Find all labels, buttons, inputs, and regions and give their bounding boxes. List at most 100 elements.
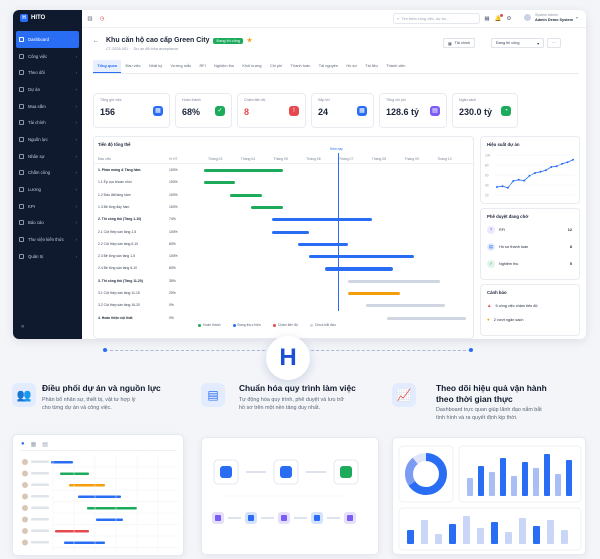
performance-point [506, 186, 509, 189]
performance-point [566, 161, 569, 164]
bell-icon[interactable]: 🔔 [494, 14, 503, 23]
sidebar-item-6[interactable]: Nguồn lực › [13, 131, 82, 148]
sidebar-item-8[interactable]: Chấm công › [13, 165, 82, 182]
gantt-bar[interactable] [324, 267, 393, 271]
tab-11[interactable]: Tài liệu [361, 60, 382, 73]
sidebar-item-0[interactable]: Dashboard › [16, 31, 79, 48]
mini-bar [522, 462, 528, 496]
tab-4[interactable]: RFI [195, 60, 210, 73]
legend-item: Hoàn thành [198, 323, 221, 327]
tab-0[interactable]: Tổng quan [93, 60, 122, 73]
gantt-bar[interactable] [387, 316, 466, 320]
sidebar-item-7[interactable]: Nhân sự › [13, 148, 82, 165]
gantt-row[interactable]: 2.2 Cột thép sàn tầng 6-10 60% [94, 239, 475, 250]
approval-item[interactable]: ▤ Hồ sơ thanh toán 8 [487, 242, 572, 252]
gantt-row[interactable]: 2.1 Cột thép sàn tầng 1-5 100% [94, 227, 475, 238]
gantt-bar[interactable] [366, 304, 446, 308]
alert-item[interactable]: ▲ 5 công việc chậm tiến độ [487, 303, 537, 308]
tab-7[interactable]: Chi phí [266, 60, 287, 73]
tab-9[interactable]: Tài nguyên [315, 60, 343, 73]
finance-button[interactable]: ▦ Tải chính [443, 38, 476, 48]
approval-item[interactable]: ? RFI 12 [487, 225, 572, 235]
tab-3[interactable]: Vướng mắc [166, 60, 195, 73]
resource-bar [96, 518, 123, 521]
chevron-right-icon: › [75, 220, 78, 226]
sidebar-item-3[interactable]: Dự án › [13, 81, 82, 98]
gantt-row[interactable]: 4. Hoàn thiện nội thất 0% [94, 313, 475, 324]
gear-icon[interactable]: ⚙ [505, 15, 513, 23]
gantt-bar[interactable] [348, 292, 401, 296]
mini-bar [478, 466, 484, 496]
y-tick: 40 [485, 184, 489, 188]
avatar [22, 528, 28, 534]
gantt-row[interactable]: 2.3 Bê tông sàn tầng 1-5 100% [94, 251, 475, 262]
step-icon-inner [215, 515, 221, 521]
sidebar-item-9[interactable]: Lương › [13, 181, 82, 198]
tab-8[interactable]: Thanh toán [286, 60, 314, 73]
gantt-row[interactable]: 2.4 Bê tông sàn tầng 6-10 60% [94, 263, 475, 274]
gantt-row[interactable]: 1.1 Ép cọc khoan nhồi 100% [94, 177, 475, 188]
user-menu[interactable]: System Admin Admin Demo System ▾ [523, 13, 578, 22]
sidebar-item-13[interactable]: Quản trị › [13, 248, 82, 265]
gantt-row[interactable]: 3.1 Cột thép sàn tầng 11-15 20% [94, 288, 475, 299]
search-input[interactable]: ⌕ Tìm kiếm công việc, dự án... [393, 13, 480, 24]
gantt-row[interactable]: 3.2 Cột thép sàn tầng 16-20 0% [94, 300, 475, 311]
sidebar-item-5[interactable]: Tài chính › [13, 114, 82, 131]
approval-item[interactable]: ✓ Nghiệm thu 5 [487, 259, 572, 269]
step-icon-inner [281, 515, 287, 521]
connector-right [311, 350, 471, 351]
performance-point [555, 165, 558, 168]
sidebar-item-1[interactable]: Công việc › [13, 48, 82, 65]
gantt-bar[interactable] [251, 205, 283, 210]
calendar-icon[interactable]: ▦ [483, 15, 491, 23]
connector-left [105, 350, 265, 351]
chevron-right-icon: › [75, 86, 78, 92]
chevron-right-icon: › [75, 253, 78, 259]
gantt-row[interactable]: 1.3 Bê tông đáy hầm 100% [94, 202, 475, 213]
gantt-bar[interactable] [348, 279, 440, 283]
gantt-bar[interactable] [230, 193, 262, 197]
nav-icon [19, 120, 24, 126]
gantt-bar[interactable] [272, 218, 372, 222]
collapse-icon[interactable]: « [21, 324, 24, 330]
gantt-bar[interactable] [272, 230, 309, 234]
gantt-bar[interactable] [204, 181, 236, 185]
tab-10[interactable]: Hồ sơ [342, 60, 361, 73]
gantt-bar[interactable] [308, 255, 414, 259]
sidebar-item-11[interactable]: Báo cáo › [13, 215, 82, 232]
performance-card: Hiệu suất dự án 100 80 60 40 20 [480, 136, 580, 204]
kpi-card: Chậm tiến độ 8! [237, 93, 306, 128]
chevron-right-icon: › [75, 237, 78, 243]
nav-icon [19, 86, 24, 92]
tab-12[interactable]: Thành viên [382, 60, 410, 73]
sidebar-item-10[interactable]: KPI › [13, 198, 82, 215]
more-button[interactable]: ··· [547, 38, 561, 48]
gantt-row[interactable]: 1. Phần móng & Tầng hầm 100% [94, 165, 475, 176]
performance-point [572, 158, 574, 161]
avatar [22, 470, 28, 477]
tab-1[interactable]: Đầu việc [121, 60, 145, 73]
clock-icon[interactable]: ◷ [98, 15, 106, 23]
tab-5[interactable]: Nghiệm thu [210, 60, 238, 73]
gantt-row[interactable]: 3. Thi công thô (Tầng 11-20) 35% [94, 276, 475, 287]
panel-toggle-icon[interactable]: ▥ [86, 15, 94, 23]
gantt-bar[interactable] [204, 169, 283, 173]
performance-point [550, 166, 553, 168]
nav-icon [19, 170, 24, 176]
gantt-row[interactable]: 1.2 Đào đất tầng hầm 100% [94, 190, 475, 201]
tab-6[interactable]: Khối lượng [238, 60, 266, 73]
sidebar-item-12[interactable]: Thư viện kiến thức › [13, 231, 82, 248]
user-role: System Admin [535, 13, 558, 17]
gantt-bar[interactable] [298, 242, 349, 246]
back-icon[interactable]: ← [93, 38, 99, 44]
alert-item[interactable]: ● 2 vượt ngân sách [487, 317, 523, 322]
row-text [31, 541, 49, 544]
gantt-row[interactable]: 2. Thi công thô (Tầng 1-10) 74% [94, 214, 475, 225]
alerts-card: Cảnh báo ▲ 5 công việc chậm tiến độ ● 2 vượ… [480, 284, 580, 336]
sidebar-item-4[interactable]: Mua sắm › [13, 98, 82, 115]
tab-2[interactable]: Nhật ký [145, 60, 167, 73]
star-icon[interactable]: ★ [247, 37, 252, 44]
month-label: Tháng 10 [437, 157, 452, 161]
sidebar-item-2[interactable]: Theo dõi › [13, 64, 82, 81]
status-select[interactable]: Đang thi công ▾ [491, 38, 544, 48]
